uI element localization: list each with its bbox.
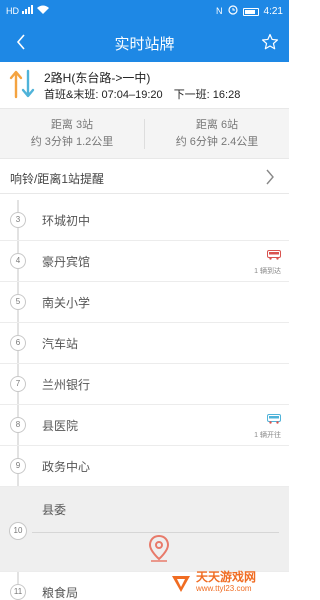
status-right: N 4:21 <box>216 5 283 18</box>
status-bar: HD N 4:21 <box>0 0 289 22</box>
bus-status: 1 辆开往 <box>254 432 281 439</box>
stop-item[interactable]: 6 汽车站 <box>0 323 289 364</box>
stop-item[interactable]: 3 环城初中 <box>0 200 289 241</box>
bus-status: 1 辆到达 <box>254 268 281 275</box>
stop-item[interactable]: 5 南关小学 <box>0 282 289 323</box>
selected-stop-item[interactable]: 10 县委 <box>0 487 289 572</box>
hd-icon: HD <box>6 5 19 16</box>
route-switch-icon[interactable] <box>8 67 36 101</box>
second-bus-distance: 距离 6站 约 6分钟 2.4公里 <box>145 117 289 151</box>
page-title: 实时站牌 <box>114 36 175 53</box>
reminder-label: 响铃/距离1站提醒 <box>10 172 105 186</box>
stop-item[interactable]: 8 县医院 1 辆开往 <box>0 405 289 446</box>
stop-name: 政务中心 <box>42 460 91 474</box>
next-bus: 下一班: 16:28 <box>173 89 241 101</box>
app-header: 实时站牌 <box>0 22 289 62</box>
stop-name: 粮食局 <box>42 586 79 600</box>
stop-number: 3 <box>10 212 26 228</box>
stop-number: 6 <box>10 335 26 351</box>
watermark-logo-icon <box>172 576 190 592</box>
stop-number: 4 <box>10 253 26 269</box>
route-schedule: 首班&末班: 07:04–19:20 下一班: 16:28 <box>44 86 248 102</box>
location-pin-icon <box>148 535 170 562</box>
chevron-right-icon <box>266 169 274 185</box>
signal-icon <box>22 5 34 17</box>
divider <box>32 532 279 533</box>
first-last-bus: 首班&末班: 07:04–19:20 <box>44 89 163 101</box>
bus-icon <box>267 414 281 424</box>
stop-number: 5 <box>10 294 26 310</box>
distance-stations: 距离 3站 <box>50 119 94 131</box>
favorite-button[interactable] <box>259 31 281 53</box>
route-name: 2路H(东台路->一中) <box>44 71 151 85</box>
stop-number: 9 <box>10 458 26 474</box>
nfc-icon: N <box>216 6 223 16</box>
battery-icon <box>242 7 259 16</box>
status-time: 4:21 <box>263 6 283 17</box>
stop-number: 11 <box>10 584 26 600</box>
watermark: 天天游戏网 www.ttyl23.com <box>170 570 289 596</box>
distance-panel: 距离 3站 约 3分钟 1.2公里 距离 6站 约 6分钟 2.4公里 <box>0 108 289 158</box>
stop-name: 豪丹宾馆 <box>42 255 91 269</box>
nearest-bus-distance: 距离 3站 约 3分钟 1.2公里 <box>0 117 144 151</box>
bus-indicator: 1 辆开往 <box>241 411 281 440</box>
stop-name: 县委 <box>42 503 67 517</box>
stop-number: 8 <box>10 417 26 433</box>
bus-icon <box>267 250 281 260</box>
stop-name: 环城初中 <box>42 214 91 228</box>
stop-name: 汽车站 <box>42 337 79 351</box>
reminder-row[interactable]: 响铃/距离1站提醒 <box>0 158 289 194</box>
wifi-icon <box>37 5 49 17</box>
stop-item[interactable]: 4 豪丹宾馆 1 辆到达 <box>0 241 289 282</box>
bus-indicator: 1 辆到达 <box>241 247 281 276</box>
stop-number: 7 <box>10 376 26 392</box>
route-info: 2路H(东台路->一中) 首班&末班: 07:04–19:20 下一班: 16:… <box>0 62 289 108</box>
alarm-icon <box>227 5 238 18</box>
stop-name: 兰州银行 <box>42 378 91 392</box>
distance-eta: 约 3分钟 1.2公里 <box>30 136 114 148</box>
distance-stations: 距离 6站 <box>195 119 239 131</box>
watermark-url: www.ttyl23.com <box>196 584 252 593</box>
stop-name: 南关小学 <box>42 296 91 310</box>
stop-item[interactable]: 7 兰州银行 <box>0 364 289 405</box>
watermark-title: 天天游戏网 <box>196 570 257 584</box>
star-icon <box>261 33 279 50</box>
status-left: HD <box>6 5 49 17</box>
stop-number: 10 <box>9 522 27 540</box>
stop-name: 县医院 <box>42 419 79 433</box>
stop-item[interactable]: 9 政务中心 <box>0 446 289 487</box>
stop-list[interactable]: 3 环城初中 4 豪丹宾馆 1 辆到达 5 南关小学 6 汽车站 7 兰州银行 … <box>0 200 289 600</box>
distance-eta: 约 6分钟 2.4公里 <box>175 136 259 148</box>
